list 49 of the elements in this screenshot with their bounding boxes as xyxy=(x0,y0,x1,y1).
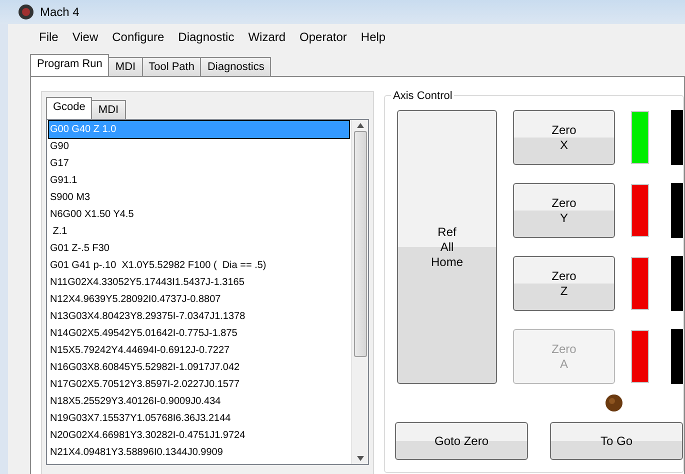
gcode-line[interactable]: N17G02X5.70512Y3.8597I-2.0227J0.1577 xyxy=(49,376,349,393)
gcode-line[interactable]: N15X5.79242Y4.44694I-0.6912J-0.7227 xyxy=(49,342,349,359)
gcode-line[interactable]: G01 Z-.5 F30 xyxy=(49,240,349,257)
zero-axis-button[interactable]: Zero Z xyxy=(513,256,615,311)
scrollbar[interactable] xyxy=(351,120,368,464)
tab[interactable]: MDI xyxy=(91,100,126,119)
menu-item[interactable]: Wizard xyxy=(241,28,293,46)
tab[interactable]: Gcode xyxy=(46,97,92,119)
gcode-line[interactable]: N19G03X7.15537Y1.05768I6.36J3.2144 xyxy=(49,410,349,427)
axis-bar xyxy=(671,256,683,311)
gcode-line[interactable]: Z.1 xyxy=(49,223,349,240)
menu-item[interactable]: Operator xyxy=(292,28,354,46)
gcode-line[interactable]: N18X5.25529Y3.40126I-0.9009J0.434 xyxy=(49,393,349,410)
menu-item[interactable]: File xyxy=(32,28,66,46)
gcode-line[interactable]: G90 xyxy=(49,138,349,155)
to-go-button[interactable]: To Go xyxy=(550,422,683,460)
menu-item[interactable]: Diagnostic xyxy=(171,28,242,46)
axis-bar xyxy=(671,110,683,165)
gcode-line[interactable]: N14G02X5.49542Y5.01642I-0.775J-1.875 xyxy=(49,325,349,342)
axis-bar xyxy=(671,183,683,238)
scroll-up-icon[interactable] xyxy=(356,123,364,128)
tab[interactable]: Diagnostics xyxy=(200,57,272,76)
tab[interactable]: MDI xyxy=(108,57,143,76)
menu-item[interactable]: Help xyxy=(354,28,393,46)
status-led xyxy=(605,394,623,412)
menu-item[interactable]: Configure xyxy=(105,28,172,46)
menu-item[interactable]: View xyxy=(65,28,106,46)
tab[interactable]: Program Run xyxy=(30,54,110,76)
ref-all-home-button[interactable]: Ref All Home xyxy=(397,110,497,384)
gcode-line[interactable]: N6G00 X1.50 Y4.5 xyxy=(49,206,349,223)
zero-axis-button[interactable]: Zero Y xyxy=(513,183,615,238)
gcode-line[interactable]: N13G03X4.80423Y8.29375I-7.0347J1.1378 xyxy=(49,308,349,325)
scroll-down-icon[interactable] xyxy=(356,456,364,461)
gcode-line[interactable]: S900 M3 xyxy=(49,189,349,206)
gcode-line[interactable]: N21X4.09481Y3.58896I0.1344J0.9909 xyxy=(49,444,349,461)
gcode-line[interactable]: G01 G41 p-.10 X1.0Y5.52982 F100 ( Dia == .5) xyxy=(49,257,349,274)
goto-zero-button[interactable]: Goto Zero xyxy=(395,422,528,460)
gcode-line[interactable]: N16G03X8.60845Y5.52982I-1.0917J7.042 xyxy=(49,359,349,376)
gcode-line[interactable]: G91.1 xyxy=(49,172,349,189)
app-icon xyxy=(18,4,34,20)
axis-bar xyxy=(671,329,683,384)
window-title: Mach 4 xyxy=(40,4,80,21)
gcode-line[interactable]: N11G02X4.33052Y5.17443I1.5437J-1.3165 xyxy=(49,274,349,291)
gcode-line[interactable]: N20G02X4.66981Y3.30282I-0.4751J1.9724 xyxy=(49,427,349,444)
gcode-line[interactable]: G17 xyxy=(49,155,349,172)
gcode-line[interactable]: N12X4.9639Y5.28092I0.4737J-0.8807 xyxy=(49,291,349,308)
zero-axis-button[interactable]: Zero X xyxy=(513,110,615,165)
tab[interactable]: Tool Path xyxy=(142,57,202,76)
scroll-thumb[interactable] xyxy=(354,131,366,357)
